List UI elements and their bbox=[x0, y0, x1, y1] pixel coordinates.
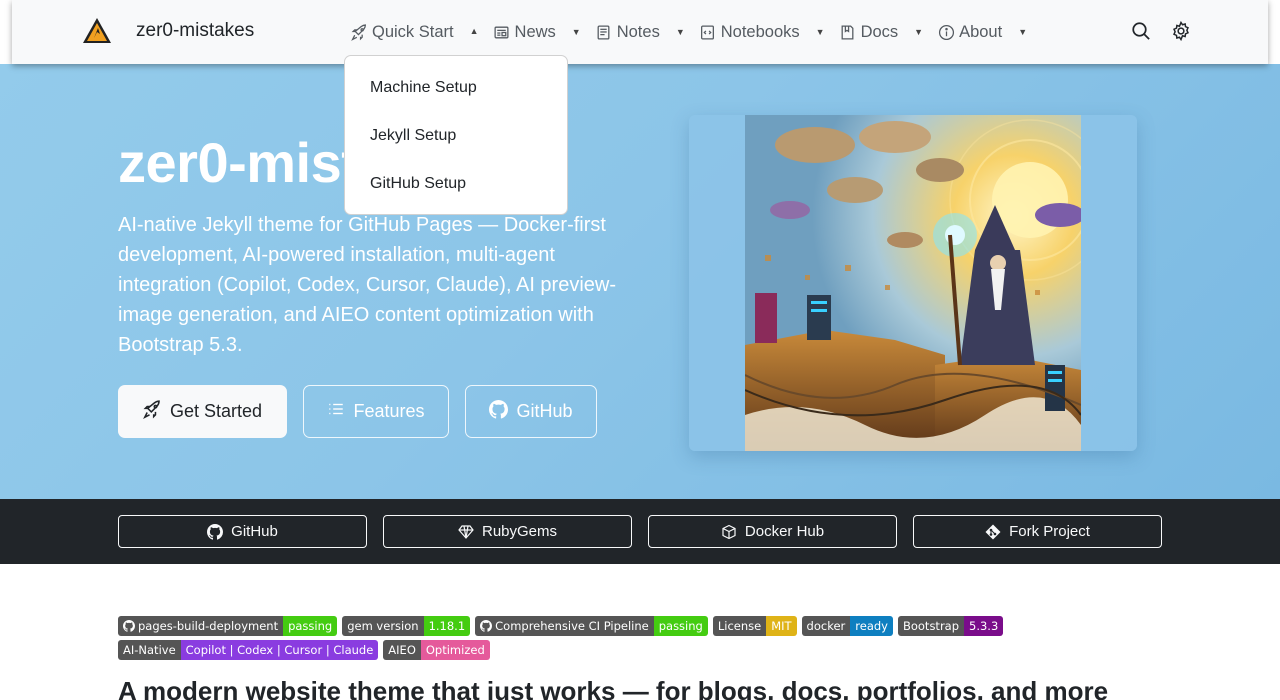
badge-value: MIT bbox=[766, 616, 797, 636]
badge-value: Copilot | Codex | Cursor | Claude bbox=[180, 640, 379, 660]
quick-start-dropdown: Machine Setup Jekyll Setup GitHub Setup bbox=[344, 55, 568, 215]
badge-label: docker bbox=[801, 616, 851, 636]
strip-github-button[interactable]: GitHub bbox=[118, 515, 367, 548]
badge-row: pages-build-deployment passing gem versi… bbox=[118, 616, 1018, 636]
features-button[interactable]: Features bbox=[303, 385, 449, 438]
badge-aieo[interactable]: AIEO Optimized bbox=[383, 640, 490, 660]
nav-item-label: Notes bbox=[616, 22, 660, 41]
features-label: Features bbox=[353, 401, 425, 421]
caret-down-icon: ▼ bbox=[1018, 27, 1028, 37]
badges: pages-build-deployment passing gem versi… bbox=[118, 616, 1018, 664]
hero-preview-image bbox=[745, 115, 1081, 451]
badge-label: AIEO bbox=[383, 640, 421, 660]
badge-label: Bootstrap bbox=[897, 616, 965, 636]
nav-item-about[interactable]: About ▼ bbox=[937, 23, 1041, 42]
badge-bootstrap[interactable]: Bootstrap 5.3.3 bbox=[897, 616, 1004, 636]
badge-value: 5.3.3 bbox=[964, 616, 1004, 636]
github-icon bbox=[207, 523, 224, 540]
github-icon bbox=[123, 620, 135, 632]
badge-value: passing bbox=[653, 616, 708, 636]
gear-icon[interactable] bbox=[1170, 20, 1192, 42]
notes-icon bbox=[595, 23, 613, 41]
strip-button-label: RubyGems bbox=[481, 523, 558, 540]
github-button[interactable]: GitHub bbox=[465, 385, 597, 438]
rocket-icon bbox=[143, 399, 162, 424]
nav-item-quick-start[interactable]: Quick Start ▲ bbox=[350, 23, 493, 42]
nav-item-notebooks[interactable]: Notebooks ▼ bbox=[699, 23, 839, 42]
badge-label: License bbox=[712, 616, 767, 636]
caret-down-icon: ▼ bbox=[675, 27, 685, 37]
hero-lead: AI-native Jekyll theme for GitHub Pages … bbox=[118, 214, 617, 356]
badge-label: gem version bbox=[342, 616, 424, 636]
badge-label: AI-Native bbox=[118, 640, 181, 660]
badge-value: ready bbox=[850, 616, 893, 636]
strip-button-label: GitHub bbox=[231, 523, 278, 540]
strip-rubygems-button[interactable]: RubyGems bbox=[383, 515, 632, 548]
get-started-button[interactable]: Get Started bbox=[118, 385, 287, 438]
caret-down-icon: ▼ bbox=[815, 27, 825, 37]
hero-buttons: Get Started Features GitHub bbox=[118, 385, 597, 438]
badge-value: Optimized bbox=[420, 640, 490, 660]
info-icon bbox=[937, 23, 955, 41]
github-icon bbox=[480, 620, 493, 632]
nav-item-notes[interactable]: Notes ▼ bbox=[595, 23, 699, 42]
list-icon bbox=[327, 400, 345, 423]
caret-down-icon: ▼ bbox=[914, 27, 924, 37]
github-label: GitHub bbox=[516, 401, 573, 421]
docs-icon bbox=[839, 23, 857, 41]
github-icon bbox=[489, 399, 509, 424]
hero-preview-card bbox=[689, 115, 1137, 451]
nav-item-label: About bbox=[959, 22, 1003, 41]
strip-docker-hub-button[interactable]: Docker Hub bbox=[648, 515, 897, 548]
search-icon[interactable] bbox=[1130, 20, 1152, 42]
nav-item-label: Quick Start bbox=[372, 22, 454, 41]
navbar: zer0-mistakes Quick Start ▲ News ▼ Notes… bbox=[12, 0, 1268, 64]
hero-section: zer0-mistakes AI-native Jekyll theme for… bbox=[0, 64, 1280, 499]
strip-fork-project-button[interactable]: Fork Project bbox=[913, 515, 1162, 548]
dropdown-item-machine-setup[interactable]: Machine Setup bbox=[345, 64, 567, 112]
caret-up-icon: ▲ bbox=[469, 26, 479, 36]
nav-item-label: Notebooks bbox=[720, 22, 800, 41]
links-strip: GitHub RubyGems Docker Hub Fork Project bbox=[0, 499, 1280, 564]
notebook-icon bbox=[699, 23, 717, 41]
badge-license[interactable]: License MIT bbox=[712, 616, 797, 636]
newspaper-icon bbox=[493, 23, 511, 41]
badge-pages-build[interactable]: pages-build-deployment passing bbox=[118, 616, 338, 636]
nav-tools bbox=[1130, 20, 1192, 42]
badge-row: AI-Native Copilot | Codex | Cursor | Cla… bbox=[118, 640, 1018, 660]
brand-name[interactable]: zer0-mistakes bbox=[136, 20, 254, 42]
badge-label: pages-build-deployment bbox=[138, 619, 279, 633]
badge-label: Comprehensive CI Pipeline bbox=[495, 619, 649, 633]
dropdown-item-jekyll-setup[interactable]: Jekyll Setup bbox=[345, 112, 567, 160]
box-icon bbox=[721, 524, 737, 540]
badge-gem-version[interactable]: gem version 1.18.1 bbox=[342, 616, 471, 636]
badge-docker[interactable]: docker ready bbox=[801, 616, 893, 636]
badge-value: passing bbox=[283, 616, 338, 636]
strip-button-label: Docker Hub bbox=[744, 523, 825, 540]
section-heading: A modern website theme that just works —… bbox=[118, 676, 1109, 700]
nav-item-docs[interactable]: Docs ▼ bbox=[839, 23, 938, 42]
caret-down-icon: ▼ bbox=[571, 27, 581, 37]
dropdown-item-github-setup[interactable]: GitHub Setup bbox=[345, 160, 567, 208]
gem-icon bbox=[458, 524, 474, 540]
nav-item-news[interactable]: News ▼ bbox=[493, 23, 595, 42]
badge-ai-native[interactable]: AI-Native Copilot | Codex | Cursor | Cla… bbox=[118, 640, 379, 660]
nav-item-label: Docs bbox=[860, 22, 899, 41]
badge-ci-pipeline[interactable]: Comprehensive CI Pipeline passing bbox=[475, 616, 708, 636]
badge-value: 1.18.1 bbox=[423, 616, 471, 636]
strip-button-label: Fork Project bbox=[1009, 523, 1090, 540]
nav-item-label: News bbox=[514, 22, 556, 41]
brand-logo-icon[interactable] bbox=[82, 16, 112, 46]
git-icon bbox=[985, 524, 1001, 540]
get-started-label: Get Started bbox=[169, 401, 263, 421]
rocket-icon bbox=[350, 23, 368, 41]
